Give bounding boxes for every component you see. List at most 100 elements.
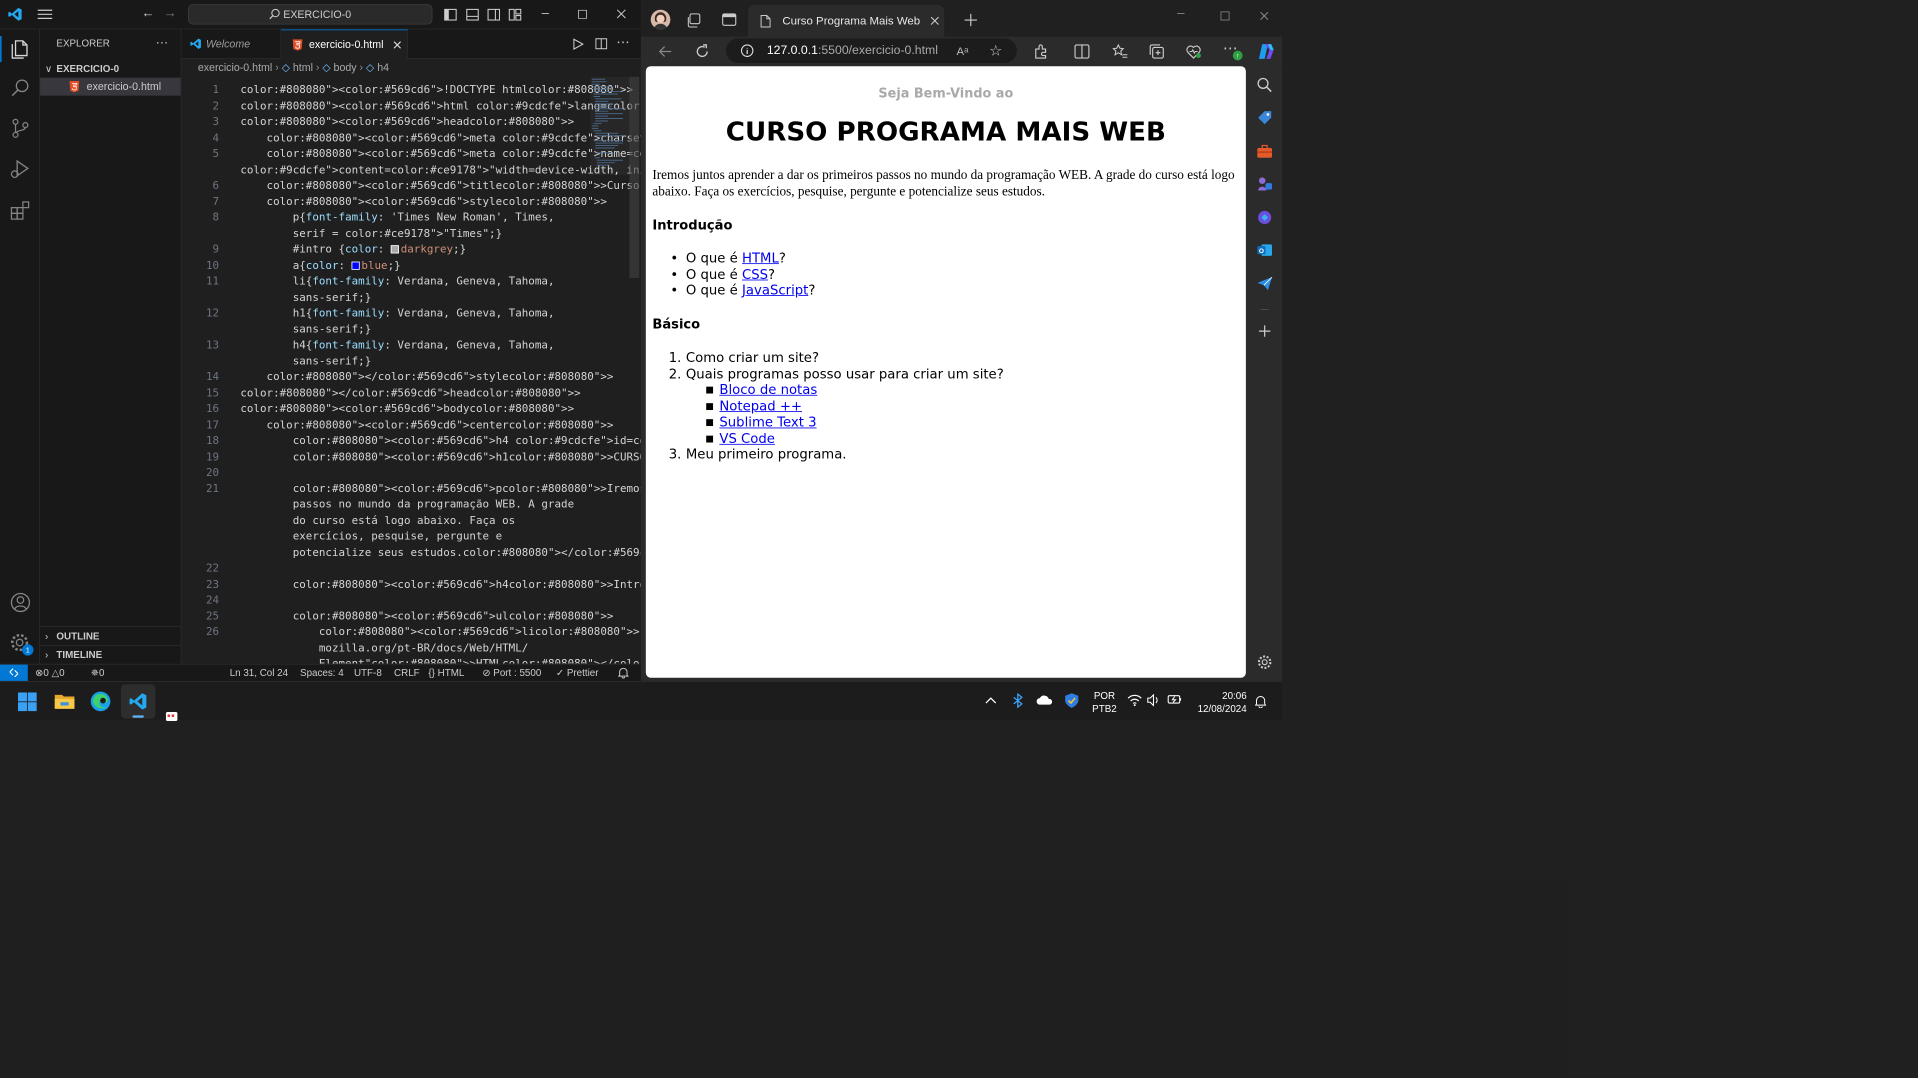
breadcrumb-h4[interactable]: h4 [377,61,389,73]
minimap[interactable] [590,76,632,175]
source-control-icon[interactable] [8,116,33,141]
explorer-more-button[interactable]: … [155,33,168,48]
address-bar[interactable]: 127.0.0.1:5500/exercicio-0.html Aᵃ ☆ [725,38,1017,63]
outline-section[interactable]: › OUTLINE [40,626,181,644]
back-arrow-icon[interactable]: ← [141,7,156,22]
read-aloud-icon[interactable]: Aᵃ [956,38,968,63]
vscode-taskbar-button[interactable] [120,684,156,719]
remote-button[interactable] [0,664,28,681]
run-icon[interactable] [573,38,584,50]
tab-exercicio[interactable]: exercicio-0.html [281,29,408,59]
link-sublime[interactable]: Sublime Text 3 [719,414,816,430]
edge-browser-icon[interactable] [90,691,111,712]
back-arrow-icon[interactable] [658,44,673,59]
explorer-files-icon[interactable] [8,36,33,61]
workspaces-icon[interactable] [687,13,702,28]
cursor-position[interactable]: Ln 31, Col 24 [230,665,288,681]
link-vscode[interactable]: VS Code [719,430,775,446]
send-icon[interactable] [1256,275,1273,291]
extensions-icon[interactable] [1033,43,1049,59]
link-notepad[interactable]: Notepad ++ [719,398,802,414]
refresh-icon[interactable] [694,43,710,59]
search-icon[interactable] [8,76,33,101]
close-icon[interactable] [616,9,626,19]
minimize-icon[interactable]: – [538,7,553,22]
profile-avatar[interactable] [650,9,671,30]
split-editor-icon[interactable] [595,38,608,50]
games-icon[interactable] [1256,176,1273,192]
more-actions-icon[interactable]: ⋯ [616,34,629,50]
favorite-star-icon[interactable]: ☆ [989,38,1002,63]
windows-start-icon[interactable] [17,692,37,712]
search-icon[interactable] [1256,77,1272,93]
accounts-icon[interactable] [8,590,33,615]
customize-layout-icon[interactable] [508,8,522,21]
link-bloco-de-notas[interactable]: Bloco de notas [719,382,817,398]
new-tab-icon[interactable] [964,13,978,27]
toggle-panel-icon[interactable] [466,8,479,21]
volume-icon[interactable] [1147,694,1160,707]
split-screen-icon[interactable] [1074,44,1090,59]
command-center-search[interactable]: EXERCICIO-0 [188,4,433,25]
toggle-secondary-sidebar-icon[interactable] [487,8,501,21]
close-tab-icon[interactable] [930,16,939,25]
maximize-icon[interactable] [577,9,587,19]
editor-scrollbar[interactable] [629,76,640,278]
breadcrumb-html[interactable]: html [293,61,313,73]
code-line: li{font-family: Verdana, Geneva, Tahoma, [240,275,555,288]
browser-essentials-icon[interactable] [1185,43,1201,59]
calendar-app-icon[interactable] [165,712,178,722]
live-server-port[interactable]: ⊘ Port : 5500 [482,665,541,681]
chevron-up-icon[interactable] [985,697,997,705]
forward-arrow-icon[interactable]: → [163,7,178,22]
minimize-icon[interactable]: – [1177,7,1184,22]
link-css[interactable]: CSS [742,266,768,282]
info-icon[interactable] [740,44,754,57]
encoding[interactable]: UTF-8 [354,665,382,681]
extensions-icon[interactable] [8,198,33,223]
onedrive-cloud-icon[interactable] [1036,694,1054,705]
outlook-icon[interactable]: O [1256,242,1273,258]
link-javascript[interactable]: JavaScript [742,282,808,298]
run-debug-icon[interactable] [8,157,33,182]
tab-actions-icon[interactable] [722,13,737,26]
toggle-sidebar-icon[interactable] [444,8,457,21]
bell-icon[interactable] [618,667,629,679]
security-shield-icon[interactable] [1064,692,1079,708]
maximize-icon[interactable] [1220,11,1230,21]
folder-header[interactable]: ∨ EXERCICIO-0 [40,60,181,76]
add-icon[interactable] [1256,323,1272,339]
input-language[interactable]: POR PTB2 [1092,689,1117,715]
end-of-line[interactable]: CRLF [394,665,420,681]
prettier-status[interactable]: ✓ Prettier [556,665,599,681]
close-icon[interactable] [1260,11,1269,20]
collections-icon[interactable] [1149,43,1165,59]
wifi-icon[interactable] [1127,694,1142,707]
copilot-icon[interactable] [1256,42,1276,62]
favorites-icon[interactable] [1112,43,1128,59]
settings-gear-icon[interactable] [1256,654,1272,670]
notification-bell-icon[interactable] [1254,695,1267,708]
problems-status[interactable]: ⊗0 △0 [35,665,64,681]
file-item-exercicio[interactable]: exercicio-0.html [40,77,181,96]
link-html[interactable]: HTML [742,250,779,266]
timeline-section[interactable]: › TIMELINE [40,645,181,663]
tab-welcome[interactable]: Welcome [181,29,282,59]
code-editor[interactable]: 1 color:#808080"><color:#569cd6">!DOCTYPE… [181,77,641,664]
intro-heading: Seja Bem-Vindo ao [878,85,1014,101]
bluetooth-icon[interactable] [1013,693,1023,708]
close-tab-icon[interactable] [393,41,401,49]
file-explorer-icon[interactable] [54,692,75,710]
language-mode[interactable]: {} HTML [428,665,464,681]
battery-power-icon[interactable] [1167,693,1182,706]
menu-icon[interactable] [37,9,53,20]
breadcrumb-file[interactable]: exercicio-0.html [198,61,272,73]
breadcrumb-body[interactable]: body [334,61,357,73]
indentation[interactable]: Spaces: 4 [300,665,344,681]
shopping-tag-icon[interactable] [1256,110,1272,126]
copilot-icon[interactable] [1256,209,1272,225]
tools-briefcase-icon[interactable] [1256,143,1273,159]
ports-status[interactable]: ✵0 [91,665,105,681]
clock[interactable]: 20:06 12/08/2024 [1193,689,1247,715]
browser-tab[interactable]: Curso Programa Mais Web [748,4,945,37]
